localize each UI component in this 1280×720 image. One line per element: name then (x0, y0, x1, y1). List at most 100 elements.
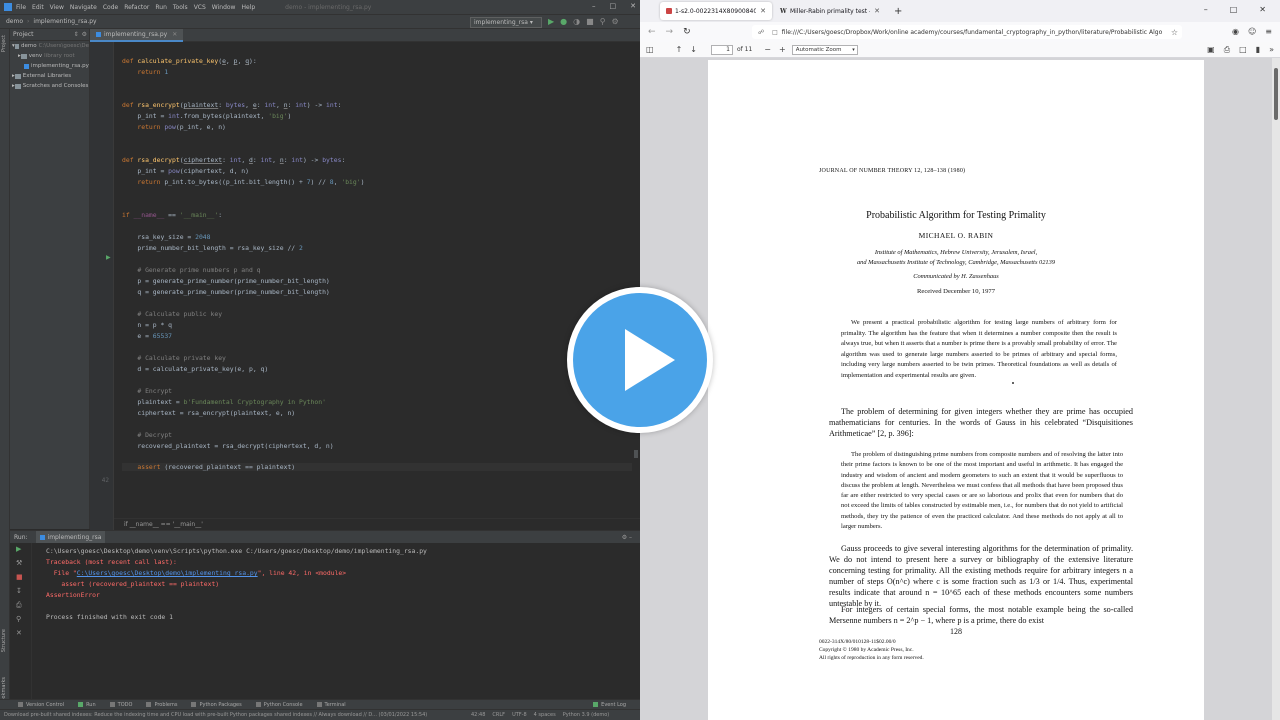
code-breadcrumb[interactable]: if __name__ == '__main__' (114, 518, 640, 530)
forward-icon[interactable]: → (666, 27, 674, 37)
presentation-icon[interactable]: ▣ (1207, 45, 1215, 55)
print-icon[interactable]: ⎙ (16, 601, 22, 610)
menu-view[interactable]: View (50, 4, 64, 11)
stop-icon[interactable]: ■ (16, 573, 23, 581)
tool-tab-version-control[interactable]: Version Control (18, 702, 64, 708)
search-icon[interactable]: ⚲ (600, 17, 606, 26)
close-tab-icon[interactable]: ✕ (760, 7, 766, 15)
tool-tab-event-log[interactable]: Event Log (593, 702, 626, 708)
tree-item-venv[interactable]: ▸ venv library root (10, 51, 89, 61)
pocket-icon[interactable]: ◉ (1232, 27, 1239, 36)
tool-tab-run[interactable]: Run (78, 702, 96, 708)
paper-footer-line: Copyright © 1980 by Academic Press, Inc. (819, 647, 914, 653)
tool-tab-structure[interactable]: Structure (1, 629, 9, 652)
coverage-icon[interactable]: ◑ (573, 17, 580, 26)
breadcrumb-file[interactable]: implementing_rsa.py (33, 18, 96, 25)
close-tab-icon[interactable]: ✕ (874, 7, 880, 15)
previous-page-icon[interactable]: ↑ (676, 45, 683, 54)
maximize-icon[interactable]: □ (1230, 5, 1238, 14)
run-panel-tab[interactable]: implementing_rsa (35, 531, 106, 543)
menu-vcs[interactable]: VCS (194, 4, 206, 11)
scroll-end-icon[interactable]: ↧ (16, 587, 22, 595)
new-tab-icon[interactable]: + (894, 6, 902, 17)
minimize-icon[interactable]: – (592, 2, 596, 10)
run-gutter-icon[interactable]: ▶ (106, 254, 111, 261)
status-message[interactable]: Download pre-built shared indexes: Reduc… (4, 712, 464, 718)
tool-tab-todo[interactable]: TODO (109, 702, 132, 708)
zoom-out-icon[interactable]: − (764, 45, 771, 54)
menu-refactor[interactable]: Refactor (124, 4, 149, 11)
bookmark-icon[interactable]: ▮ (1256, 45, 1260, 55)
collapse-icon[interactable]: ⇕ (74, 31, 79, 38)
tree-item-external-libraries[interactable]: ▸ External Libraries (10, 71, 89, 81)
run-config-select[interactable]: implementing_rsa ▾ (470, 17, 542, 28)
star-icon[interactable]: ☆ (1171, 28, 1178, 37)
delete-icon[interactable]: ✕ (16, 629, 22, 637)
page-number-input[interactable]: 1 (710, 44, 733, 55)
print-icon[interactable]: ⎙ (1224, 45, 1230, 55)
browser-tab-wikipedia[interactable]: W Miller-Rabin primality test - Wik ✕ (774, 2, 886, 20)
browser-tab-pdf[interactable]: 1-s2.0-0022314X80900840-main.pdf ✕ (660, 2, 772, 20)
code-editor[interactable]: def calculate_private_key(e, p, q): retu… (114, 42, 632, 530)
run-icon[interactable]: ▶ (548, 17, 554, 26)
status-position[interactable]: 42:48 (471, 712, 485, 718)
minimize-icon[interactable]: – (1204, 5, 1208, 14)
more-tools-icon[interactable]: » (1269, 45, 1274, 55)
tool-tab-project[interactable]: Project (1, 35, 9, 52)
journal-header: JOURNAL OF NUMBER THEORY 12, 128–138 (19… (819, 168, 966, 174)
back-icon[interactable]: ← (648, 27, 656, 37)
wrench-icon[interactable]: ⚒ (16, 559, 22, 567)
url-field[interactable]: ☍ □ file:///C:/Users/goesc/Dropbox/Work/… (752, 25, 1182, 39)
sidebar-toggle-icon[interactable]: ◫ (646, 45, 654, 54)
menu-tools[interactable]: Tools (173, 4, 188, 11)
code-line: # Encrypt (137, 387, 173, 395)
bottom-tool-tabs: Version Control Run TODO Problems Python… (0, 699, 640, 709)
code-line: e = 65537 (122, 332, 173, 340)
menu-navigate[interactable]: Navigate (70, 4, 97, 11)
menu-window[interactable]: Window (212, 4, 236, 11)
menu-file[interactable]: File (16, 4, 26, 11)
tool-tab-python-packages[interactable]: Python Packages (191, 702, 242, 708)
zoom-select[interactable]: Automatic Zoom ▾ (791, 44, 858, 55)
stop-icon[interactable]: ■ (586, 17, 594, 26)
zoom-in-icon[interactable]: + (779, 45, 786, 54)
settings-icon[interactable]: ⚙ (612, 17, 619, 26)
gear-icon[interactable]: ⚙ (82, 31, 87, 38)
save-icon[interactable]: □ (1239, 45, 1247, 55)
menu-edit[interactable]: Edit (32, 4, 44, 11)
close-icon[interactable]: ✕ (1259, 5, 1266, 14)
tree-item-demo[interactable]: ▾ demo C:\Users\goesc\De (10, 41, 89, 51)
next-page-icon[interactable]: ↓ (690, 45, 697, 54)
scrollbar-thumb[interactable] (1274, 68, 1278, 120)
console-file-link[interactable]: C:\Users\goesc\Desktop\demo\implementing… (77, 569, 258, 577)
tool-tab-problems[interactable]: Problems (146, 702, 177, 708)
rerun-icon[interactable]: ▶ (16, 545, 21, 553)
pdf-scrollbar[interactable] (1272, 58, 1280, 720)
close-icon[interactable]: ✕ (630, 2, 636, 10)
tool-tab-terminal[interactable]: Terminal (316, 702, 346, 708)
maximize-icon[interactable]: □ (610, 2, 617, 10)
pin-icon[interactable]: ⚲ (16, 615, 21, 623)
video-play-button[interactable] (567, 287, 713, 433)
pdf-viewer[interactable]: JOURNAL OF NUMBER THEORY 12, 128–138 (19… (640, 58, 1272, 720)
menu-run[interactable]: Run (155, 4, 167, 11)
menu-code[interactable]: Code (103, 4, 118, 11)
menu-help[interactable]: Help (241, 4, 255, 11)
editor-tab-implementing-rsa[interactable]: implementing_rsa.py ✕ (90, 28, 184, 42)
status-encoding[interactable]: UTF-8 (512, 712, 527, 718)
tool-tab-python-console[interactable]: Python Console (255, 702, 303, 708)
account-icon[interactable]: ☺ (1248, 27, 1256, 36)
editor-scrollbar[interactable] (632, 42, 640, 530)
debug-icon[interactable]: ● (560, 17, 567, 26)
status-line-separator[interactable]: CRLF (492, 712, 505, 718)
gear-icon[interactable]: ⚙ – (622, 534, 632, 541)
reload-icon[interactable]: ↻ (683, 27, 691, 37)
status-indent[interactable]: 4 spaces (534, 712, 556, 718)
status-interpreter[interactable]: Python 3.9 (demo) (563, 712, 610, 718)
tree-item-implementing-rsa[interactable]: implementing_rsa.py (10, 61, 89, 71)
paper-received: Received December 10, 1977 (917, 288, 995, 295)
breadcrumb-project[interactable]: demo (6, 18, 23, 25)
menu-icon[interactable]: ≡ (1265, 27, 1272, 36)
tree-item-scratches[interactable]: ▸ Scratches and Consoles (10, 81, 89, 91)
close-tab-icon[interactable]: ✕ (172, 31, 177, 38)
